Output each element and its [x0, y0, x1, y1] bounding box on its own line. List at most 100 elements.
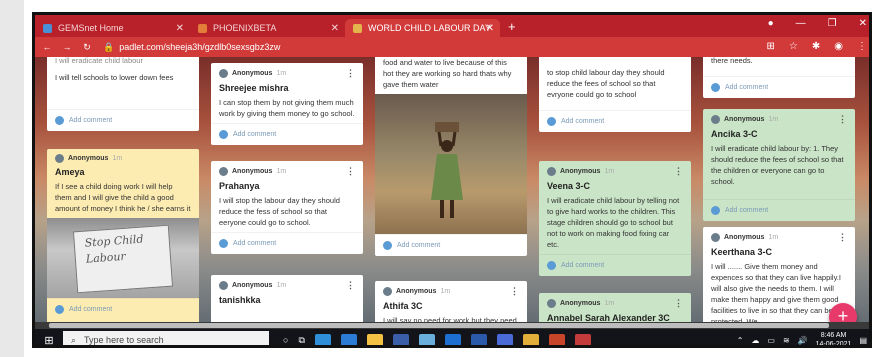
store-icon[interactable] [340, 334, 357, 345]
scrollbar-thumb[interactable] [49, 323, 829, 328]
add-comment-button[interactable]: Add comment [47, 109, 199, 131]
add-comment-label: Add comment [233, 240, 277, 247]
task-view-icon[interactable]: ⧉ [298, 335, 304, 346]
acrobat-icon[interactable] [574, 334, 591, 345]
tab-gemsnet-home[interactable]: GEMSnet Home ✕ [35, 19, 190, 37]
horizontal-scrollbar[interactable] [35, 322, 869, 329]
more-menu-icon[interactable]: ⋮ [857, 41, 867, 52]
avatar [547, 167, 556, 176]
minimize-icon[interactable]: — [796, 18, 806, 29]
chrome-icon[interactable] [522, 334, 539, 345]
post-time: 1m [604, 168, 615, 175]
add-comment-label: Add comment [561, 262, 605, 269]
post-card[interactable]: Anonymous 1m ⋮ Ancika 3-C I will eradicate… [703, 109, 855, 221]
file-explorer-icon[interactable] [366, 334, 383, 345]
author-label: Anonymous [232, 70, 273, 77]
close-icon[interactable]: ✕ [331, 23, 339, 34]
extensions-icon[interactable]: ✱ [812, 41, 820, 52]
taskbar-search-box[interactable]: ⌕ Type here to search [63, 331, 269, 345]
post-card[interactable]: there needs. Add comment [703, 57, 855, 98]
post-card[interactable]: food and water to live because of this h… [375, 57, 527, 256]
add-comment-button[interactable]: Add comment [703, 199, 855, 221]
post-menu-icon[interactable]: ⋮ [510, 286, 519, 297]
post-title: Veena 3-C [547, 181, 591, 191]
post-menu-icon[interactable]: ⋮ [838, 232, 847, 243]
photos-icon[interactable] [418, 334, 435, 345]
url-field[interactable]: 🔒 padlet.com/sheeja3h/gzdlb0sexsgbz3zw [103, 42, 280, 53]
windows-start-icon[interactable]: ⊞ [35, 334, 63, 346]
new-tab-button[interactable]: + [508, 19, 516, 34]
profile-icon[interactable]: ● [768, 18, 774, 29]
cloud-icon[interactable]: ☁ [751, 336, 759, 345]
teams-icon[interactable] [496, 334, 513, 345]
post-card[interactable]: I will eradicate child labour I will tel… [47, 57, 199, 131]
post-body: I will eradicate child labour by telling… [547, 196, 680, 249]
word-icon[interactable] [470, 334, 487, 345]
avatar[interactable]: ◉ [834, 41, 843, 52]
post-body: I will eradicate child labour by: 1. The… [711, 144, 844, 186]
taskbar-clock[interactable]: 8:46 AM 14-06-2021 [816, 331, 852, 345]
post-card[interactable]: Anonymous 1m ⋮ tanishkka [211, 275, 363, 329]
wifi-icon[interactable]: ≋ [783, 336, 790, 345]
post-menu-icon[interactable]: ⋮ [346, 166, 355, 177]
post-header: Anonymous 1m ⋮ [211, 161, 363, 177]
address-bar: ← → ↻ 🔒 padlet.com/sheeja3h/gzdlb0sexsgbz… [35, 37, 869, 57]
battery-icon[interactable]: ▭ [767, 336, 775, 345]
post-title: Ancika 3-C [711, 129, 758, 139]
add-comment-button[interactable]: Add comment [539, 254, 691, 276]
post-card[interactable]: Anonymous 1m ⋮ Shreejee mishra I can stop … [211, 63, 363, 145]
notifications-icon[interactable]: ▤ [859, 336, 867, 345]
post-time: 1m [768, 116, 779, 123]
monitor-screen: GEMSnet Home ✕ PHOENIXBETA ✕ WORLD CHILD… [32, 12, 872, 348]
mail-icon[interactable] [392, 334, 409, 345]
post-card[interactable]: Anonymous 1m Ameya If I see a child doing… [47, 149, 199, 329]
post-menu-icon[interactable]: ⋮ [838, 114, 847, 125]
post-menu-icon[interactable]: ⋮ [674, 166, 683, 177]
search-placeholder: Type here to search [84, 335, 164, 345]
avatar [711, 115, 720, 124]
add-comment-button[interactable]: Add comment [703, 76, 855, 98]
post-menu-icon[interactable]: ⋮ [346, 68, 355, 79]
author-label: Anonymous [560, 168, 601, 175]
add-comment-button[interactable]: Add comment [375, 234, 527, 256]
post-card[interactable]: Anonymous 1m ⋮ Prahanya I will stop the la… [211, 161, 363, 254]
close-icon[interactable]: ✕ [176, 23, 184, 34]
post-card[interactable]: Anonymous 1m ⋮ Veena 3-C I will eradicate … [539, 161, 691, 276]
post-body: I will stop the labour day they should r… [219, 196, 340, 227]
post-menu-icon[interactable]: ⋮ [674, 298, 683, 309]
add-comment-button[interactable]: Add comment [211, 232, 363, 254]
powerpoint-icon[interactable] [548, 334, 565, 345]
maximize-icon[interactable]: ❐ [828, 18, 837, 29]
volume-icon[interactable]: 🔊 [798, 336, 808, 345]
outlook-icon[interactable] [444, 334, 461, 345]
tab-world-child-labour-day[interactable]: WORLD CHILD LABOUR DAY ✕ [345, 19, 500, 37]
add-comment-button[interactable]: Add comment [211, 123, 363, 145]
add-comment-button[interactable]: Add comment [539, 110, 691, 132]
gemsnet-favicon-icon [43, 23, 52, 33]
post-menu-icon[interactable]: ⋮ [346, 280, 355, 291]
avatar [219, 69, 228, 78]
close-window-icon[interactable]: ✕ [859, 18, 867, 29]
add-comment-label: Add comment [725, 84, 769, 91]
install-icon[interactable]: ⊞ [767, 41, 775, 52]
tab-phoenixbeta[interactable]: PHOENIXBETA ✕ [190, 19, 345, 37]
edge-icon[interactable] [314, 334, 331, 345]
forward-arrow-icon[interactable]: → [59, 42, 75, 52]
cortana-icon[interactable]: ○ [283, 335, 288, 345]
reload-icon[interactable]: ↻ [79, 42, 95, 53]
add-comment-button[interactable]: Add comment [47, 298, 199, 320]
post-card[interactable]: to stop child labour day they should red… [539, 57, 691, 132]
post-header: Anonymous 1m ⋮ [211, 63, 363, 79]
add-comment-label: Add comment [561, 118, 605, 125]
taskbar-apps: ○ ⧉ [283, 334, 591, 346]
avatar [219, 167, 228, 176]
post-time: 1m [768, 234, 779, 241]
post-time: 1m [112, 155, 123, 162]
star-icon[interactable]: ☆ [789, 41, 798, 52]
close-icon[interactable]: ✕ [486, 23, 494, 34]
back-arrow-icon[interactable]: ← [39, 42, 55, 52]
comment-icon [219, 130, 228, 139]
post-header: Anonymous 1m ⋮ [539, 293, 691, 309]
chevron-up-icon[interactable]: ⌃ [737, 336, 744, 345]
tab-label: PHOENIXBETA [213, 23, 277, 33]
